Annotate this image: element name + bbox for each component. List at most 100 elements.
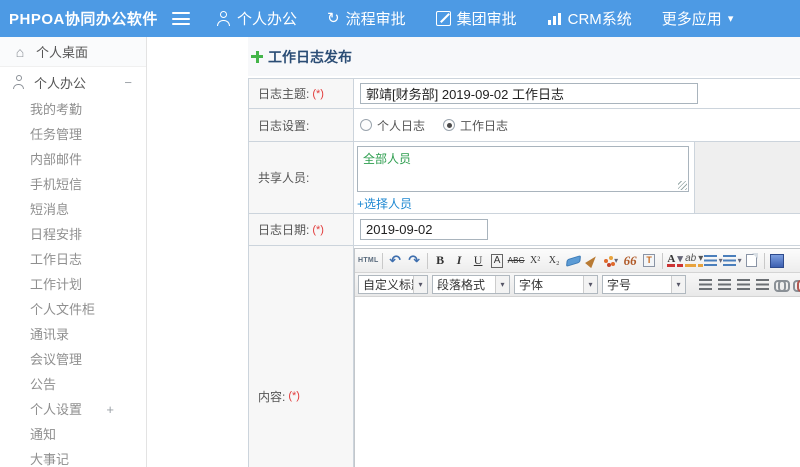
settings-label: 日志设置:	[249, 109, 354, 141]
blockquote-button[interactable]: 66	[621, 251, 640, 270]
nav-workflow-approval[interactable]: ↻ 流程审批	[327, 8, 406, 29]
share-users-textarea[interactable]	[358, 147, 688, 191]
radio-work-log-label[interactable]: 工作日志	[460, 117, 508, 134]
sidebar-item-milestones[interactable]: 大事记	[0, 447, 146, 467]
paste-as-text-icon[interactable]: T	[640, 251, 659, 270]
form-row-log-settings: 日志设置: 个人日志 工作日志	[249, 109, 800, 142]
nav-group-approval[interactable]: 集团审批	[435, 8, 517, 29]
home-icon: ⌂	[15, 43, 25, 60]
superscript-button[interactable]: X²	[526, 251, 545, 270]
nav-more-apps[interactable]: 更多应用 ▾	[662, 8, 734, 29]
font-family-select[interactable]: 字体 ▾	[514, 275, 598, 294]
highlight-color-button[interactable]: ab ▾	[685, 251, 704, 270]
editor-toolbar-row1: HTML ↶ ↷ B I U A ABC X² X₂ ▾ 66 T A ▾ ab…	[355, 249, 800, 273]
unordered-list-icon[interactable]: ▾	[722, 251, 742, 270]
caret-down-icon: ▾	[413, 276, 427, 293]
sidebar-item-desktop[interactable]: ⌂ 个人桌面	[0, 37, 146, 67]
unlink-icon[interactable]	[791, 275, 800, 294]
link-icon[interactable]	[772, 275, 791, 294]
edit-icon	[435, 11, 451, 26]
sidebar-group-personal-office[interactable]: 个人办公 −	[0, 67, 146, 97]
nav-label: 集团审批	[456, 11, 517, 28]
nav-personal-office[interactable]: 个人办公	[216, 8, 297, 29]
sidebar-item-work-plan[interactable]: 工作计划	[0, 272, 146, 297]
autoformat-button[interactable]: A	[488, 251, 507, 270]
nav-label: CRM系统	[567, 11, 632, 28]
color-splash-icon[interactable]: ▾	[602, 251, 621, 270]
caret-down-icon: ▾	[727, 13, 734, 25]
align-justify-icon[interactable]	[753, 275, 772, 294]
radio-work-log[interactable]	[443, 119, 456, 131]
sidebar-item-label: 个人桌面	[36, 45, 89, 60]
sidebar-item-work-log[interactable]: 工作日志	[0, 247, 146, 272]
sidebar: ⌂ 个人桌面 个人办公 − 我的考勤 任务管理 内部邮件 手机短信 短消息 日程…	[0, 37, 147, 467]
align-left-icon[interactable]	[696, 275, 715, 294]
sidebar-item-attendance[interactable]: 我的考勤	[0, 97, 146, 122]
heading-select[interactable]: 自定义标题 ▾	[358, 275, 428, 294]
hamburger-menu-icon[interactable]	[172, 12, 190, 25]
nav-label: 个人办公	[237, 11, 298, 28]
undo-button[interactable]: ↶	[386, 251, 405, 270]
sidebar-item-announcements[interactable]: 公告	[0, 372, 146, 397]
html-source-button[interactable]: HTML	[358, 251, 379, 270]
sidebar-item-file-cabinet[interactable]: 个人文件柜	[0, 297, 146, 322]
required-marker: (*)	[288, 390, 300, 402]
ordered-list-icon[interactable]: ▾	[703, 251, 723, 270]
italic-button[interactable]: I	[450, 251, 469, 270]
sidebar-item-meetings[interactable]: 会议管理	[0, 347, 146, 372]
sidebar-item-messages[interactable]: 短消息	[0, 197, 146, 222]
paragraph-format-select[interactable]: 段落格式 ▾	[432, 275, 510, 294]
log-date-input[interactable]	[360, 219, 488, 240]
sidebar-item-notifications[interactable]: 通知	[0, 422, 146, 447]
page-header: 工作日志发布	[248, 37, 800, 76]
user-icon	[12, 75, 26, 89]
flow-icon: ↻	[327, 10, 340, 27]
sidebar-item-sms[interactable]: 手机短信	[0, 172, 146, 197]
nav-label: 更多应用	[661, 11, 722, 28]
caret-down-icon: ▾	[495, 276, 509, 293]
sidebar-item-schedule[interactable]: 日程安排	[0, 222, 146, 247]
bar-chart-icon	[547, 11, 562, 26]
required-marker: (*)	[312, 87, 324, 100]
share-label: 共享人员:	[249, 142, 354, 213]
editor-content-area[interactable]	[355, 297, 800, 467]
nav-label: 流程审批	[345, 11, 406, 28]
subscript-button[interactable]: X₂	[545, 251, 564, 270]
rich-text-editor: HTML ↶ ↷ B I U A ABC X² X₂ ▾ 66 T A ▾ ab…	[354, 248, 800, 467]
font-color-button[interactable]: A ▾	[666, 251, 685, 270]
sidebar-item-tasks[interactable]: 任务管理	[0, 122, 146, 147]
insert-object-icon[interactable]	[768, 251, 787, 270]
radio-personal-log[interactable]	[360, 119, 372, 131]
caret-down-icon: ▾	[583, 276, 597, 293]
strikethrough-button[interactable]: ABC	[507, 251, 526, 270]
eraser-icon[interactable]	[564, 251, 583, 270]
format-painter-icon[interactable]	[583, 251, 602, 270]
nav-crm-system[interactable]: CRM系统	[547, 8, 632, 29]
sidebar-item-mail[interactable]: 内部邮件	[0, 147, 146, 172]
new-page-icon[interactable]	[742, 251, 761, 270]
redo-button[interactable]: ↷	[405, 251, 424, 270]
expand-icon[interactable]: +	[106, 397, 114, 422]
align-center-icon[interactable]	[715, 275, 734, 294]
sidebar-item-contacts[interactable]: 通讯录	[0, 322, 146, 347]
add-icon	[251, 50, 263, 63]
collapse-icon[interactable]: −	[124, 75, 132, 90]
form-row-share-users: 共享人员: +选择人员	[249, 142, 800, 214]
align-right-icon[interactable]	[734, 275, 753, 294]
content-label: 内容: (*)	[249, 246, 354, 467]
app-logo[interactable]: PHPOA协同办公软件	[0, 8, 172, 29]
app-root: PHPOA协同办公软件 个人办公 ↻ 流程审批 集团审批 CRM系统 更多应用 …	[0, 0, 800, 467]
main-content: 工作日志发布 日志主题: (*) 日志设置: 个人日志	[148, 37, 800, 467]
sidebar-item-settings[interactable]: 个人设置 +	[0, 397, 146, 422]
user-icon	[216, 11, 231, 26]
date-label: 日志日期: (*)	[249, 214, 354, 245]
font-size-select[interactable]: 字号 ▾	[602, 275, 686, 294]
select-users-link[interactable]: +选择人员	[357, 195, 412, 212]
subject-input[interactable]	[360, 83, 698, 104]
bold-button[interactable]: B	[431, 251, 450, 270]
radio-personal-log-label[interactable]: 个人日志	[377, 117, 425, 134]
required-marker: (*)	[312, 223, 324, 236]
form-row-subject: 日志主题: (*)	[249, 79, 800, 109]
underline-button[interactable]: U	[469, 251, 488, 270]
subject-label: 日志主题: (*)	[249, 79, 354, 108]
